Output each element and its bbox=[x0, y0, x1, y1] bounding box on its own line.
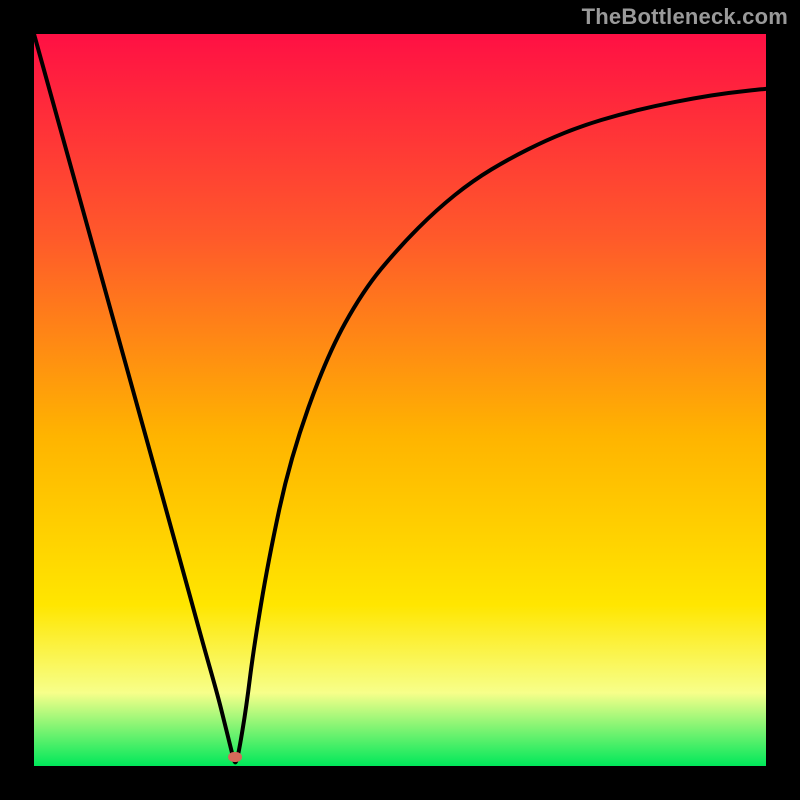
bottleneck-curve bbox=[34, 34, 766, 762]
chart-frame: TheBottleneck.com bbox=[0, 0, 800, 800]
curve-layer bbox=[34, 34, 766, 766]
plot-area bbox=[34, 34, 766, 766]
watermark-text: TheBottleneck.com bbox=[582, 4, 788, 30]
